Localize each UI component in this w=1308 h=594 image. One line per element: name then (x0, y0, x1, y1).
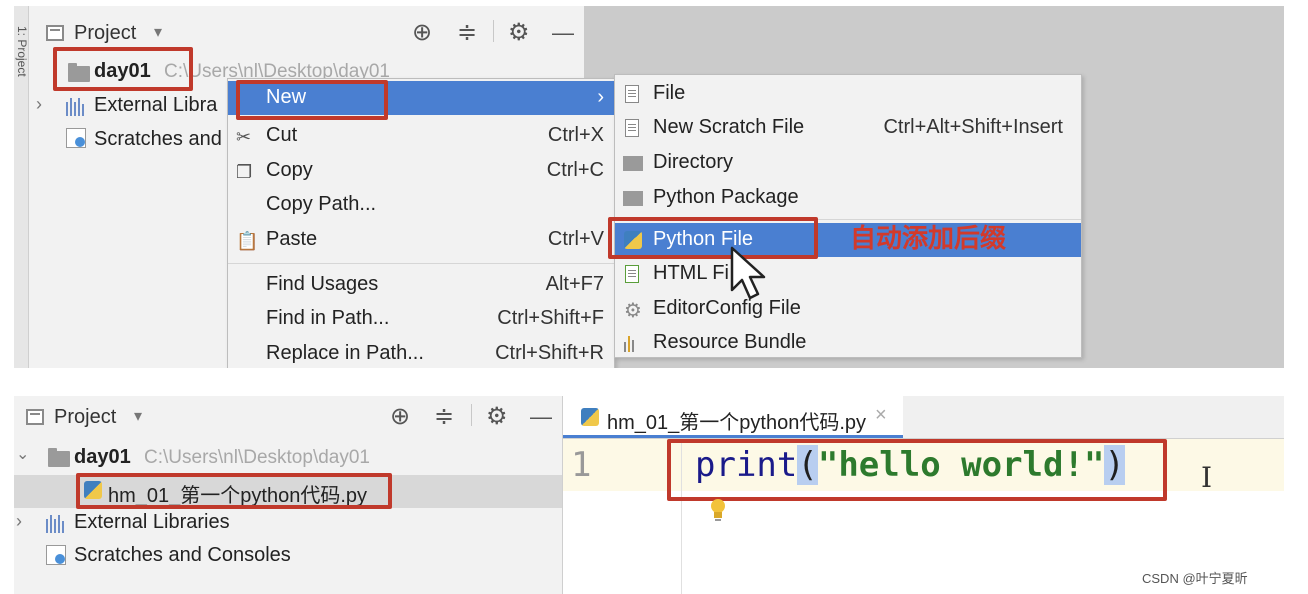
submenu-item-label: Python Package (653, 186, 799, 208)
menu-item-label: Cut (266, 124, 298, 146)
folder-icon (48, 448, 70, 467)
menu-item-copy[interactable]: ❐ Copy Ctrl+C (228, 154, 614, 188)
project-dropdown-icon[interactable]: ▾ (134, 406, 142, 426)
highlight-box-python-file (608, 217, 818, 259)
resource-bundle-icon (624, 334, 646, 352)
tree-root-path: C:\Users\nl\Desktop\day01 (144, 447, 370, 468)
paste-icon: 📋 (236, 231, 259, 251)
minimize-icon[interactable]: — (552, 20, 574, 46)
copy-icon: ❐ (236, 162, 253, 182)
project-stripe-label: 1: Project (15, 26, 29, 77)
expand-chevron-icon[interactable]: › (16, 511, 22, 532)
menu-item-shortcut: Ctrl+V (547, 228, 604, 250)
html-file-icon (625, 265, 639, 283)
submenu-item-shortcut: Ctrl+Alt+Shift+Insert (883, 116, 1063, 138)
editor-tab-bar: hm_01_第一个python代码.py × (563, 396, 1284, 439)
submenu-item-html-file[interactable]: HTML Fi (615, 257, 1081, 291)
tab-label: hm_01_第一个python代码.py (607, 412, 867, 434)
menu-separator (228, 263, 614, 264)
toolbar-divider (471, 404, 472, 426)
annotation-auto-suffix: 自动添加后缀 (850, 224, 1007, 254)
editor-tab-hm01[interactable]: hm_01_第一个python代码.py × (563, 396, 903, 438)
menu-item-shortcut: Ctrl+Shift+F (497, 307, 604, 329)
menu-item-paste[interactable]: 📋 Paste Ctrl+V (228, 223, 614, 257)
scratches-icon (66, 128, 86, 148)
submenu-item-label: Directory (653, 151, 734, 173)
menu-item-cut[interactable]: ✂ Cut Ctrl+X (228, 119, 614, 153)
submenu-item-python-package[interactable]: Python Package (615, 181, 1081, 215)
scratch-file-icon (625, 119, 639, 137)
tree-root-day01[interactable]: day01 (74, 446, 131, 469)
watermark: CSDN @叶宁夏昕 (1142, 571, 1248, 586)
highlight-box-new (236, 80, 388, 120)
menu-item-shortcut: Ctrl+X (547, 124, 604, 146)
project-view-icon (46, 25, 64, 41)
file-icon (625, 85, 639, 103)
submenu-item-label: New Scratch File (653, 116, 805, 138)
minimize-icon[interactable]: — (530, 404, 552, 430)
highlight-box-day01 (53, 47, 193, 91)
project-view-icon (26, 409, 44, 425)
menu-item-shortcut: Ctrl+C (546, 159, 604, 181)
libraries-icon (46, 515, 68, 533)
submenu-item-new-scratch-file[interactable]: New Scratch File Ctrl+Alt+Shift+Insert (615, 111, 1081, 145)
directory-icon (623, 156, 643, 171)
top-screenshot-panel: 1: Project Project ▾ ⊕ ≑ ⚙ — day01 C:\Us… (14, 6, 1284, 368)
menu-item-label: Copy (266, 159, 313, 181)
line-number: 1 (571, 445, 592, 485)
text-cursor-icon: I (1201, 461, 1213, 494)
context-menu: New › ✂ Cut Ctrl+X ❐ Copy Ctrl+C Copy Pa… (227, 78, 615, 368)
new-submenu: File New Scratch File Ctrl+Alt+Shift+Ins… (614, 74, 1082, 358)
python-file-icon (581, 408, 599, 426)
gear-icon: ⚙ (624, 300, 642, 322)
project-dropdown-icon[interactable]: ▾ (154, 22, 162, 42)
highlight-box-file (76, 473, 392, 509)
menu-item-replace-in-path[interactable]: Replace in Path... Ctrl+Shift+R (228, 337, 614, 368)
menu-item-label: Replace in Path... (266, 342, 424, 364)
submenu-item-label: File (653, 82, 686, 104)
collapse-all-icon[interactable]: ≑ (457, 18, 477, 47)
menu-item-label: Copy Path... (266, 193, 377, 215)
menu-item-shortcut: Ctrl+Shift+R (495, 342, 604, 364)
menu-item-label: Find Usages (266, 273, 379, 295)
submenu-item-label: HTML Fi (653, 262, 729, 284)
expanded-chevron-icon[interactable]: ⌄ (16, 444, 29, 464)
project-title[interactable]: Project (74, 22, 136, 45)
submenu-arrow-icon: › (597, 86, 604, 108)
expand-chevron-icon[interactable]: › (36, 94, 42, 115)
tree-external-libraries[interactable]: External Libra (94, 94, 217, 117)
submenu-item-file[interactable]: File (615, 77, 1081, 111)
locate-target-icon[interactable]: ⊕ (412, 18, 432, 47)
libraries-icon (66, 98, 88, 116)
menu-item-find-in-path[interactable]: Find in Path... Ctrl+Shift+F (228, 302, 614, 336)
project-tool-window-stripe[interactable]: 1: Project (14, 6, 29, 368)
gear-icon[interactable]: ⚙ (486, 402, 508, 431)
submenu-item-label: Resource Bundle (653, 331, 807, 353)
menu-item-find-usages[interactable]: Find Usages Alt+F7 (228, 268, 614, 302)
tree-scratches[interactable]: Scratches and (94, 128, 222, 151)
mouse-pointer-icon (730, 246, 766, 300)
menu-item-copy-path[interactable]: Copy Path... (228, 188, 614, 222)
cut-icon: ✂ (236, 127, 252, 147)
tree-scratches[interactable]: Scratches and Consoles (74, 544, 291, 567)
tree-external-libraries[interactable]: External Libraries (74, 511, 230, 534)
highlight-box-code (667, 439, 1167, 501)
package-icon (623, 191, 643, 206)
menu-item-shortcut: Alt+F7 (545, 273, 604, 295)
scratches-icon (46, 545, 66, 565)
submenu-item-directory[interactable]: Directory (615, 146, 1081, 180)
lightbulb-icon[interactable] (708, 497, 728, 523)
locate-target-icon[interactable]: ⊕ (390, 402, 410, 431)
gear-icon[interactable]: ⚙ (508, 18, 530, 47)
submenu-item-label: EditorConfig File (653, 297, 801, 319)
toolbar-divider (493, 20, 494, 42)
collapse-all-icon[interactable]: ≑ (434, 402, 454, 431)
menu-item-label: Find in Path... (266, 307, 390, 329)
submenu-item-editorconfig-file[interactable]: ⚙ EditorConfig File (615, 292, 1081, 326)
close-tab-icon[interactable]: × (875, 404, 887, 427)
bottom-screenshot-panel: Project ▾ ⊕ ≑ ⚙ — ⌄ day01 C:\Users\nl\De… (14, 396, 1284, 594)
menu-item-label: Paste (266, 228, 318, 250)
project-title[interactable]: Project (54, 406, 116, 429)
submenu-item-resource-bundle[interactable]: Resource Bundle (615, 326, 1081, 360)
